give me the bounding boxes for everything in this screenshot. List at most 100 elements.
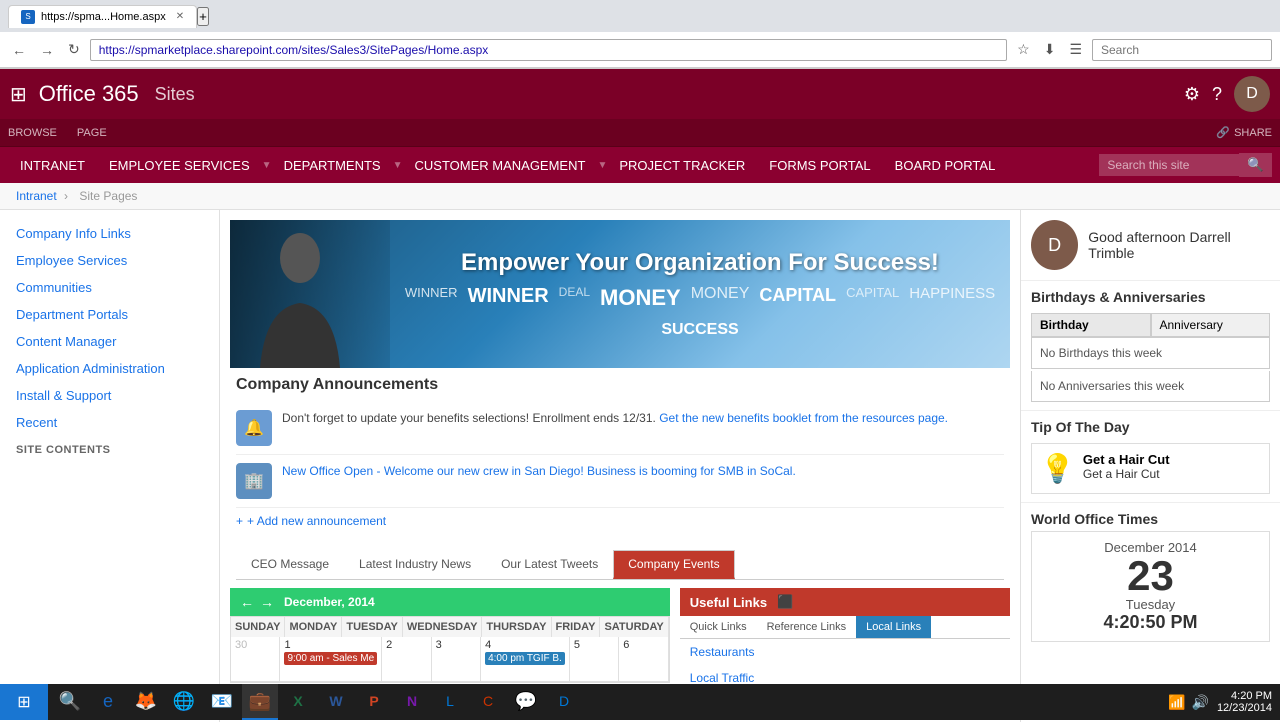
nav-project-tracker[interactable]: PROJECT TRACKER: [607, 147, 757, 183]
new-tab-button[interactable]: +: [197, 7, 209, 26]
tab-industry[interactable]: Latest Industry News: [344, 550, 486, 579]
taskbar-excel-icon[interactable]: X: [280, 684, 316, 720]
cal-cell-3[interactable]: 3: [432, 637, 481, 682]
tab-ceo[interactable]: CEO Message: [236, 550, 344, 579]
taskbar-mail-icon[interactable]: 📧: [204, 684, 240, 720]
cal-grid: 30 1 9:00 am - Sales Me 2 3 4 4:00 pm TG…: [231, 637, 669, 682]
cal-cell-30[interactable]: 30: [231, 637, 280, 682]
birthday-tab-anniversary[interactable]: Anniversary: [1151, 313, 1271, 337]
wc-date: 23: [1040, 555, 1261, 597]
hero-kw-success: SUCCESS: [661, 321, 738, 339]
useful-tab-quick[interactable]: Quick Links: [680, 616, 757, 638]
nav-employee-services[interactable]: EMPLOYEE SERVICES: [97, 147, 262, 183]
useful-tab-reference[interactable]: Reference Links: [757, 616, 857, 638]
cal-cell-2[interactable]: 2: [382, 637, 431, 682]
useful-link-restaurants[interactable]: Restaurants: [680, 639, 1010, 665]
start-button[interactable]: ⊞: [0, 684, 48, 720]
cal-event-2[interactable]: 4:00 pm TGIF B.: [485, 652, 565, 665]
add-announcement-button[interactable]: + + Add new announcement: [236, 508, 1004, 534]
cal-date-1: 1: [284, 639, 290, 651]
tray-sound-icon: 🔊: [1192, 694, 1209, 711]
cal-cell-4[interactable]: 4 4:00 pm TGIF B.: [481, 637, 570, 682]
tip-text-area: Get a Hair Cut Get a Hair Cut: [1083, 452, 1170, 481]
cal-day-fri: FRIDAY: [552, 617, 601, 637]
nav-customer-mgmt[interactable]: CUSTOMER MANAGEMENT: [403, 147, 598, 183]
cal-cell-5[interactable]: 5: [570, 637, 619, 682]
cal-cell-1[interactable]: 1 9:00 am - Sales Me: [280, 637, 382, 682]
calendar-prev-button[interactable]: ←: [240, 594, 254, 610]
hero-kw-money-lg: MONEY: [600, 285, 681, 311]
search-site-button[interactable]: 🔍: [1239, 153, 1272, 177]
menu-button[interactable]: ☰: [1065, 39, 1086, 60]
taskbar-word-icon[interactable]: W: [318, 684, 354, 720]
browser-search-input[interactable]: [1092, 39, 1272, 61]
left-sidebar: Company Info Links Employee Services Com…: [0, 210, 220, 722]
taskbar-ppt-icon[interactable]: P: [356, 684, 392, 720]
taskbar-chrome-icon[interactable]: 🌐: [166, 684, 202, 720]
cal-date-30: 30: [235, 639, 247, 651]
bookmark-button[interactable]: ☆: [1013, 39, 1034, 60]
sidebar-item-company-info[interactable]: Company Info Links: [0, 220, 219, 247]
browser-tab[interactable]: S https://spma...Home.aspx ✕: [8, 5, 197, 28]
announcement-link-1[interactable]: Get the new benefits booklet from the re…: [659, 411, 948, 425]
taskbar-sharepoint-icon[interactable]: 💼: [242, 684, 278, 720]
tab-tweets[interactable]: Our Latest Tweets: [486, 550, 613, 579]
taskbar-skype-icon[interactable]: 💬: [508, 684, 544, 720]
sidebar-item-recent[interactable]: Recent: [0, 409, 219, 436]
taskbar-right: 📶 🔊 4:20 PM 12/23/2014: [1160, 690, 1280, 714]
sidebar-item-app-admin[interactable]: Application Administration: [0, 355, 219, 382]
sidebar-item-install-support[interactable]: Install & Support: [0, 382, 219, 409]
tab-company-events[interactable]: Company Events: [613, 550, 734, 579]
sites-link[interactable]: Sites: [155, 84, 195, 105]
taskbar-date-display: 12/23/2014: [1217, 702, 1272, 714]
forward-button[interactable]: →: [36, 40, 58, 60]
announcement-1: 🔔 Don't forget to update your benefits s…: [236, 402, 1004, 455]
useful-links-title: Useful Links: [690, 595, 767, 610]
taskbar-ie-icon[interactable]: e: [90, 684, 126, 720]
tip-content: 💡 Get a Hair Cut Get a Hair Cut: [1031, 443, 1270, 494]
close-tab-icon[interactable]: ✕: [176, 11, 184, 22]
sidebar-item-communities[interactable]: Communities: [0, 274, 219, 301]
back-button[interactable]: ←: [8, 40, 30, 60]
taskbar-onenote-icon[interactable]: N: [394, 684, 430, 720]
taskbar-firefox-icon[interactable]: 🦊: [128, 684, 164, 720]
nav-sep-1: ▼: [262, 160, 272, 171]
nav-board-portal[interactable]: BOARD PORTAL: [883, 147, 1008, 183]
browse-label[interactable]: BROWSE: [8, 127, 57, 139]
page-label[interactable]: PAGE: [77, 127, 107, 139]
search-site-area: 🔍: [1099, 153, 1272, 177]
waffle-icon[interactable]: ⊞: [10, 82, 27, 107]
announcement-link-2[interactable]: New Office Open - Welcome our new crew i…: [282, 464, 796, 478]
cal-day-mon: MONDAY: [285, 617, 342, 637]
sidebar-item-dept-portals[interactable]: Department Portals: [0, 301, 219, 328]
calendar-next-button[interactable]: →: [260, 594, 274, 610]
download-button[interactable]: ⬇: [1040, 39, 1060, 60]
taskbar-clock: 4:20 PM 12/23/2014: [1217, 690, 1272, 714]
help-button[interactable]: ?: [1212, 84, 1222, 105]
taskbar-dynamics-icon[interactable]: D: [546, 684, 582, 720]
settings-button[interactable]: ⚙: [1184, 84, 1200, 105]
useful-tab-local[interactable]: Local Links: [856, 616, 931, 638]
anniversary-content: No Anniversaries this week: [1031, 371, 1270, 402]
sidebar-item-employee-services[interactable]: Employee Services: [0, 247, 219, 274]
nav-intranet[interactable]: INTRANET: [8, 147, 97, 183]
taskbar-search-icon[interactable]: 🔍: [52, 684, 88, 720]
taskbar-crm-icon[interactable]: C: [470, 684, 506, 720]
taskbar-time-display: 4:20 PM: [1217, 690, 1272, 702]
cal-day-tue: TUESDAY: [342, 617, 403, 637]
search-site-input[interactable]: [1099, 154, 1239, 176]
nav-forms-portal[interactable]: FORMS PORTAL: [757, 147, 882, 183]
taskbar-lync-icon[interactable]: L: [432, 684, 468, 720]
cal-cell-6[interactable]: 6: [619, 637, 668, 682]
address-input[interactable]: [90, 39, 1007, 61]
breadcrumb-intranet[interactable]: Intranet: [16, 189, 57, 203]
user-avatar[interactable]: D: [1234, 76, 1270, 112]
hero-kw-capital-lg: CAPITAL: [759, 285, 836, 311]
birthday-tab-birthday[interactable]: Birthday: [1031, 313, 1151, 337]
reload-button[interactable]: ↻: [64, 39, 84, 60]
cal-event-1[interactable]: 9:00 am - Sales Me: [284, 652, 377, 665]
share-button[interactable]: 🔗 SHARE: [1216, 126, 1272, 139]
cal-day-wed: WEDNESDAY: [403, 617, 483, 637]
nav-departments[interactable]: DEPARTMENTS: [272, 147, 393, 183]
sidebar-item-content-manager[interactable]: Content Manager: [0, 328, 219, 355]
